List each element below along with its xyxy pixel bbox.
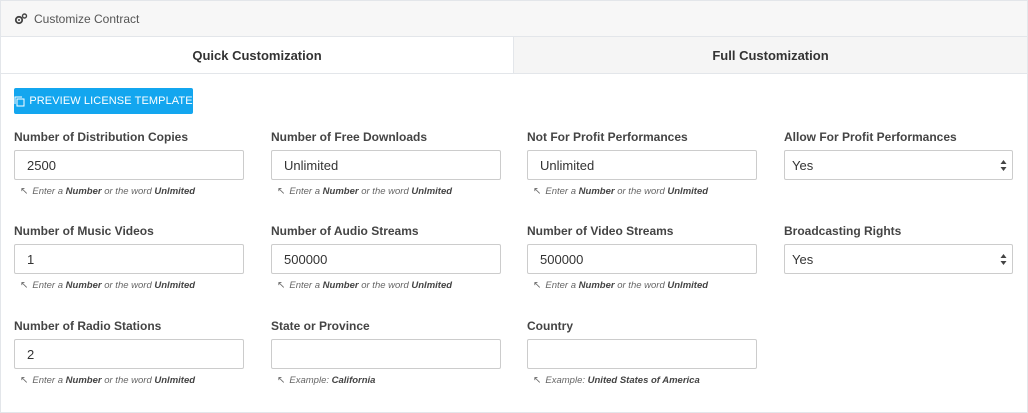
country-help: ↖ Example: United States of America xyxy=(533,375,700,386)
country-label: Country xyxy=(527,319,573,333)
panel-header: Customize Contract xyxy=(1,1,1027,37)
broadcasting-select[interactable]: Yes xyxy=(784,244,1013,274)
arrow-up-left-icon: ↖ xyxy=(533,280,542,291)
for-profit-select[interactable]: Yes xyxy=(784,150,1013,180)
panel-title: Customize Contract xyxy=(34,11,140,26)
select-arrows-icon xyxy=(1000,160,1007,171)
audio-streams-label: Number of Audio Streams xyxy=(271,224,419,238)
broadcasting-label: Broadcasting Rights xyxy=(784,224,902,238)
state-field: State or Province ↖ Example: California xyxy=(271,319,501,386)
arrow-up-left-icon: ↖ xyxy=(20,375,29,386)
radio-stations-field: Number of Radio Stations ↖ Enter a Numbe… xyxy=(14,319,244,386)
state-help: ↖ Example: California xyxy=(277,375,376,386)
not-for-profit-field: Not For Profit Performances ↖ Enter a Nu… xyxy=(527,130,757,197)
radio-stations-input[interactable] xyxy=(14,339,244,369)
broadcasting-field: Broadcasting Rights Yes xyxy=(784,224,1014,274)
radio-stations-label: Number of Radio Stations xyxy=(14,319,162,333)
distribution-copies-field: Number of Distribution Copies ↖ Enter a … xyxy=(14,130,244,197)
arrow-up-left-icon: ↖ xyxy=(277,280,286,291)
preview-button-label: PREVIEW LICENSE TEMPLATE xyxy=(29,95,193,107)
copy-icon xyxy=(14,96,25,106)
tab-quick-label: Quick Customization xyxy=(192,47,322,63)
broadcasting-value: Yes xyxy=(792,251,814,267)
arrow-up-left-icon: ↖ xyxy=(533,186,542,197)
free-downloads-field: Number of Free Downloads ↖ Enter a Numbe… xyxy=(271,130,501,197)
tab-quick-customization[interactable]: Quick Customization xyxy=(1,37,513,73)
arrow-up-left-icon: ↖ xyxy=(277,375,286,386)
customization-tabs: Quick Customization Full Customization xyxy=(1,37,1027,74)
arrow-up-left-icon: ↖ xyxy=(20,280,29,291)
radio-stations-help: ↖ Enter a Number or the word Unlmited xyxy=(20,375,196,386)
not-for-profit-input[interactable] xyxy=(527,150,757,180)
video-streams-help: ↖ Enter a Number or the word Unlmited xyxy=(533,280,709,291)
state-input[interactable] xyxy=(271,339,501,369)
for-profit-value: Yes xyxy=(792,157,814,173)
audio-streams-help: ↖ Enter a Number or the word Unlmited xyxy=(277,280,453,291)
distribution-copies-input[interactable] xyxy=(14,150,244,180)
video-streams-field: Number of Video Streams ↖ Enter a Number… xyxy=(527,224,757,291)
state-label: State or Province xyxy=(271,319,370,333)
not-for-profit-help: ↖ Enter a Number or the word Unlmited xyxy=(533,186,709,197)
music-videos-help: ↖ Enter a Number or the word Unlmited xyxy=(20,280,196,291)
for-profit-label: Allow For Profit Performances xyxy=(784,130,957,144)
arrow-up-left-icon: ↖ xyxy=(277,186,286,197)
select-arrows-icon xyxy=(1000,254,1007,265)
for-profit-field: Allow For Profit Performances Yes xyxy=(784,130,1014,180)
free-downloads-input[interactable] xyxy=(271,150,501,180)
free-downloads-help: ↖ Enter a Number or the word Unlmited xyxy=(277,186,453,197)
free-downloads-label: Number of Free Downloads xyxy=(271,130,428,144)
music-videos-input[interactable] xyxy=(14,244,244,274)
tab-full-label: Full Customization xyxy=(712,47,829,63)
not-for-profit-label: Not For Profit Performances xyxy=(527,130,688,144)
arrow-up-left-icon: ↖ xyxy=(20,186,29,197)
video-streams-label: Number of Video Streams xyxy=(527,224,674,238)
arrow-up-left-icon: ↖ xyxy=(533,375,542,386)
audio-streams-field: Number of Audio Streams ↖ Enter a Number… xyxy=(271,224,501,291)
preview-license-template-button[interactable]: PREVIEW LICENSE TEMPLATE xyxy=(14,88,193,114)
music-videos-field: Number of Music Videos ↖ Enter a Number … xyxy=(14,224,244,291)
customize-contract-panel: Customize Contract Quick Customization F… xyxy=(0,0,1028,413)
distribution-copies-label: Number of Distribution Copies xyxy=(14,130,188,144)
country-input[interactable] xyxy=(527,339,757,369)
music-videos-label: Number of Music Videos xyxy=(14,224,154,238)
country-field: Country ↖ Example: United States of Amer… xyxy=(527,319,757,386)
distribution-copies-help: ↖ Enter a Number or the word Unlmited xyxy=(20,186,196,197)
audio-streams-input[interactable] xyxy=(271,244,501,274)
tab-full-customization[interactable]: Full Customization xyxy=(513,37,1027,73)
gears-icon xyxy=(14,12,28,26)
video-streams-input[interactable] xyxy=(527,244,757,274)
